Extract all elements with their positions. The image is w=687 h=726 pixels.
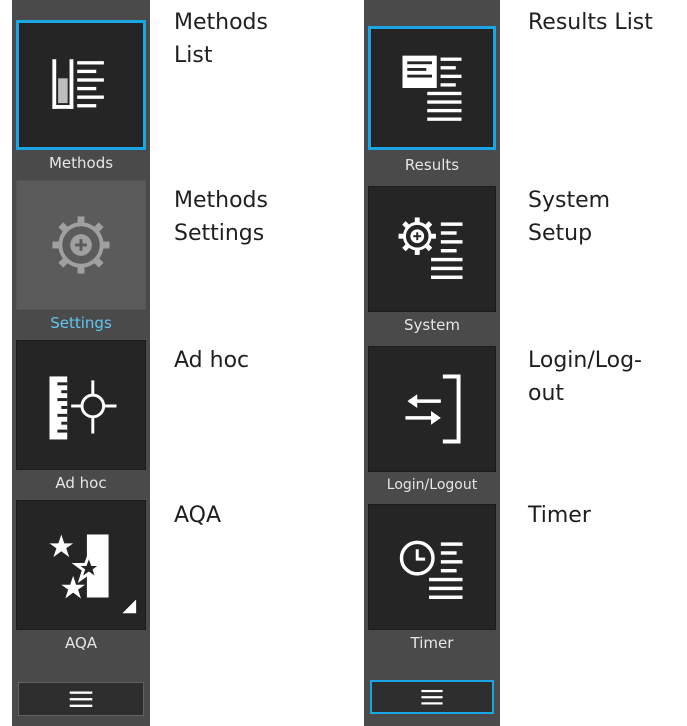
login-logout-tile[interactable] [368,346,496,472]
timer-description: Timer [528,503,591,528]
right-navigation-panel: Results System Login/Logout Timer [364,0,500,726]
methods-tile[interactable] [16,20,146,150]
ad-hoc-tile[interactable] [16,340,146,470]
settings-tile[interactable] [16,180,146,310]
clock-list-icon [399,540,463,599]
aqa-tile[interactable] [16,500,146,630]
methods-caption: Methods [48,154,114,172]
gear-icon [52,216,110,274]
ad-hoc-target-icon [49,376,117,440]
results-caption: Results [404,156,460,174]
ad-hoc-description: Ad hoc [174,348,250,373]
system-caption: System [404,316,460,334]
hamburger-menu-icon [69,691,93,707]
results-tile[interactable] [368,26,496,150]
stars-icon [49,534,137,614]
results-list-description: Results List [528,10,653,35]
methods-list-icon [52,59,104,109]
menu-button[interactable] [370,680,494,714]
ad-hoc-caption: Ad hoc [55,474,107,492]
aqa-caption: AQA [64,634,98,652]
timer-tile[interactable] [368,504,496,630]
login-logout-caption: Login/Logout [386,477,478,493]
settings-caption: Settings [50,314,112,332]
left-navigation-panel: Methods Settings Ad hoc AQA [12,0,150,726]
methods-settings-description: Methods Settings [174,188,268,246]
menu-button[interactable] [18,682,144,716]
aqa-description: AQA [174,503,222,528]
system-tile[interactable] [368,186,496,312]
login-arrows-icon [405,374,461,444]
login-logout-description: Login/Log- out [528,348,642,406]
methods-list-description: Methods List [174,10,268,68]
hamburger-menu-icon [421,689,443,705]
timer-caption: Timer [410,634,454,652]
results-list-icon [402,55,462,121]
system-setup-description: System Setup [528,188,611,246]
gear-list-icon [398,217,463,280]
